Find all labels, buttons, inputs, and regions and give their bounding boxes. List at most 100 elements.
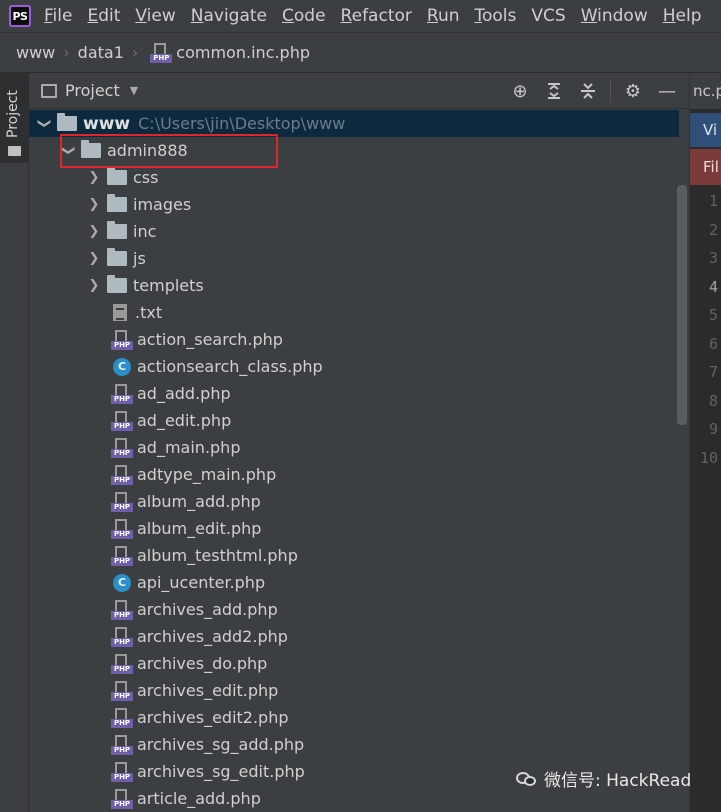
class-icon: C bbox=[113, 573, 131, 592]
folder-label: css bbox=[133, 168, 159, 187]
tree-file-row[interactable]: PHP ad_main.php bbox=[29, 434, 679, 461]
tree-file-row[interactable]: PHP ad_edit.php bbox=[29, 407, 679, 434]
hide-icon[interactable]: — bbox=[655, 79, 679, 103]
tree-file-row[interactable]: PHP archives_edit.php bbox=[29, 677, 679, 704]
collapse-all-icon[interactable] bbox=[576, 79, 600, 103]
tree-row-root[interactable]: ❯ www C:\Users\jin\Desktop\www bbox=[29, 110, 679, 137]
tree-file-row[interactable]: PHP adtype_main.php bbox=[29, 461, 679, 488]
breadcrumb-file-label: common.inc.php bbox=[176, 43, 310, 62]
tree-file-row[interactable]: PHP album_add.php bbox=[29, 488, 679, 515]
tree-row-admin888[interactable]: ❯ admin888 bbox=[29, 137, 679, 164]
menu-item-file[interactable]: File bbox=[44, 6, 72, 26]
gear-icon[interactable]: ⚙ bbox=[621, 79, 645, 103]
tree-folder-templets[interactable]: ❯ templets bbox=[29, 272, 679, 299]
file-label: archives_edit.php bbox=[137, 681, 279, 700]
menu-item-refactor[interactable]: Refactor bbox=[341, 6, 412, 26]
tree-file-row[interactable]: Cactionsearch_class.php bbox=[29, 353, 679, 380]
tree-file-row[interactable]: Capi_ucenter.php bbox=[29, 569, 679, 596]
menu-item-vcs[interactable]: VCS bbox=[531, 6, 565, 26]
php-file-icon: PHP bbox=[111, 383, 133, 404]
menu-item-edit[interactable]: Edit bbox=[87, 6, 120, 26]
class-icon: C bbox=[113, 357, 131, 376]
tree-folder-inc[interactable]: ❯ inc bbox=[29, 218, 679, 245]
root-folder-label: www bbox=[83, 113, 131, 134]
locate-icon[interactable]: ⊕ bbox=[508, 79, 532, 103]
collapse-arrow-icon[interactable]: ❯ bbox=[87, 251, 101, 266]
tree-folder-css[interactable]: ❯ css bbox=[29, 164, 679, 191]
file-label: album_testhtml.php bbox=[137, 546, 298, 565]
menu-bar: PS File Edit View Navigate Code Refactor Run To… bbox=[0, 0, 721, 33]
file-label: archives_edit2.php bbox=[137, 708, 289, 727]
tree-file-row[interactable]: PHP action_search.php bbox=[29, 326, 679, 353]
file-label: adtype_main.php bbox=[137, 465, 277, 484]
tree-file-row[interactable]: PHP archives_do.php bbox=[29, 650, 679, 677]
php-file-icon: PHP bbox=[111, 410, 133, 431]
tree-file-row[interactable]: PHP archives_sg_add.php bbox=[29, 731, 679, 758]
breadcrumb-item-www[interactable]: www bbox=[16, 43, 55, 62]
tree-file-row[interactable]: PHP album_edit.php bbox=[29, 515, 679, 542]
tree-file-row[interactable]: PHP archives_add.php bbox=[29, 596, 679, 623]
php-file-icon: PHP bbox=[111, 761, 133, 782]
php-file-icon: PHP bbox=[111, 329, 133, 350]
collapse-arrow-icon[interactable]: ❯ bbox=[87, 224, 101, 239]
tree-file-row[interactable]: PHP archives_edit2.php bbox=[29, 704, 679, 731]
text-file-icon bbox=[113, 304, 127, 321]
editor-warning-banner[interactable]: Fil bbox=[690, 149, 721, 185]
project-tab-label: Project bbox=[5, 90, 21, 138]
breadcrumb-item-data1[interactable]: data1 bbox=[78, 43, 124, 62]
collapse-arrow-icon[interactable]: ❯ bbox=[87, 170, 101, 185]
menu-item-view[interactable]: View bbox=[135, 6, 175, 26]
php-file-icon: PHP bbox=[111, 734, 133, 755]
line-number: 9 bbox=[708, 420, 718, 438]
php-file-icon: PHP bbox=[111, 680, 133, 701]
php-file-icon: PHP bbox=[111, 707, 133, 728]
tree-file-row[interactable]: PHP archives_add2.php bbox=[29, 623, 679, 650]
php-file-icon: PHP bbox=[111, 626, 133, 647]
line-number: 1 bbox=[708, 192, 718, 210]
file-label: archives_add.php bbox=[137, 600, 278, 619]
tree-file-row[interactable]: .txt bbox=[29, 299, 679, 326]
admin-folder-label: admin888 bbox=[107, 141, 188, 160]
dropdown-caret-icon[interactable]: ▼ bbox=[130, 84, 138, 97]
editor-tab[interactable]: nc.p bbox=[690, 73, 721, 109]
folder-label: js bbox=[133, 249, 146, 268]
php-file-icon: PHP bbox=[150, 42, 173, 63]
editor-info-banner[interactable]: Vi bbox=[690, 113, 721, 147]
folder-label: inc bbox=[133, 222, 157, 241]
file-label: archives_sg_edit.php bbox=[137, 762, 305, 781]
panel-title[interactable]: Project bbox=[65, 81, 120, 100]
file-label: archives_add2.php bbox=[137, 627, 288, 646]
tree-file-row[interactable]: PHP ad_add.php bbox=[29, 380, 679, 407]
collapse-arrow-icon[interactable]: ❯ bbox=[87, 197, 101, 212]
editor-area: nc.p Vi Fil 1 2 3 4 5 6 7 8 9 10 bbox=[689, 73, 721, 812]
line-number: 3 bbox=[708, 249, 718, 267]
expand-arrow-icon[interactable]: ❯ bbox=[37, 117, 52, 131]
folder-label: images bbox=[133, 195, 192, 214]
menu-item-code[interactable]: Code bbox=[282, 6, 326, 26]
folder-icon bbox=[8, 146, 21, 156]
php-file-icon: PHP bbox=[111, 437, 133, 458]
line-number: 7 bbox=[708, 363, 718, 381]
expand-all-icon[interactable] bbox=[542, 79, 566, 103]
php-file-icon: PHP bbox=[111, 599, 133, 620]
menu-item-navigate[interactable]: Navigate bbox=[191, 6, 267, 26]
tree-file-row[interactable]: PHP album_testhtml.php bbox=[29, 542, 679, 569]
expand-arrow-icon[interactable]: ❯ bbox=[61, 144, 76, 158]
project-tool-tab[interactable]: Project bbox=[0, 73, 29, 163]
file-label: album_add.php bbox=[137, 492, 261, 511]
collapse-arrow-icon[interactable]: ❯ bbox=[87, 278, 101, 293]
menu-item-run[interactable]: Run bbox=[427, 6, 460, 26]
menu-item-window[interactable]: Window bbox=[581, 6, 648, 26]
tree-folder-js[interactable]: ❯ js bbox=[29, 245, 679, 272]
breadcrumb-item-file[interactable]: PHP common.inc.php bbox=[146, 42, 310, 63]
menu-item-tools[interactable]: Tools bbox=[475, 6, 517, 26]
php-file-icon: PHP bbox=[111, 545, 133, 566]
tree-scrollbar[interactable] bbox=[677, 185, 687, 425]
tree-folder-images[interactable]: ❯ images bbox=[29, 191, 679, 218]
line-number: 10 bbox=[699, 448, 718, 467]
watermark: 微信号: HackRead bbox=[516, 766, 691, 791]
line-number: 6 bbox=[708, 334, 718, 353]
breadcrumb-separator-icon: › bbox=[131, 43, 139, 62]
line-number: 2 bbox=[708, 220, 718, 239]
menu-item-help[interactable]: Help bbox=[663, 6, 702, 26]
